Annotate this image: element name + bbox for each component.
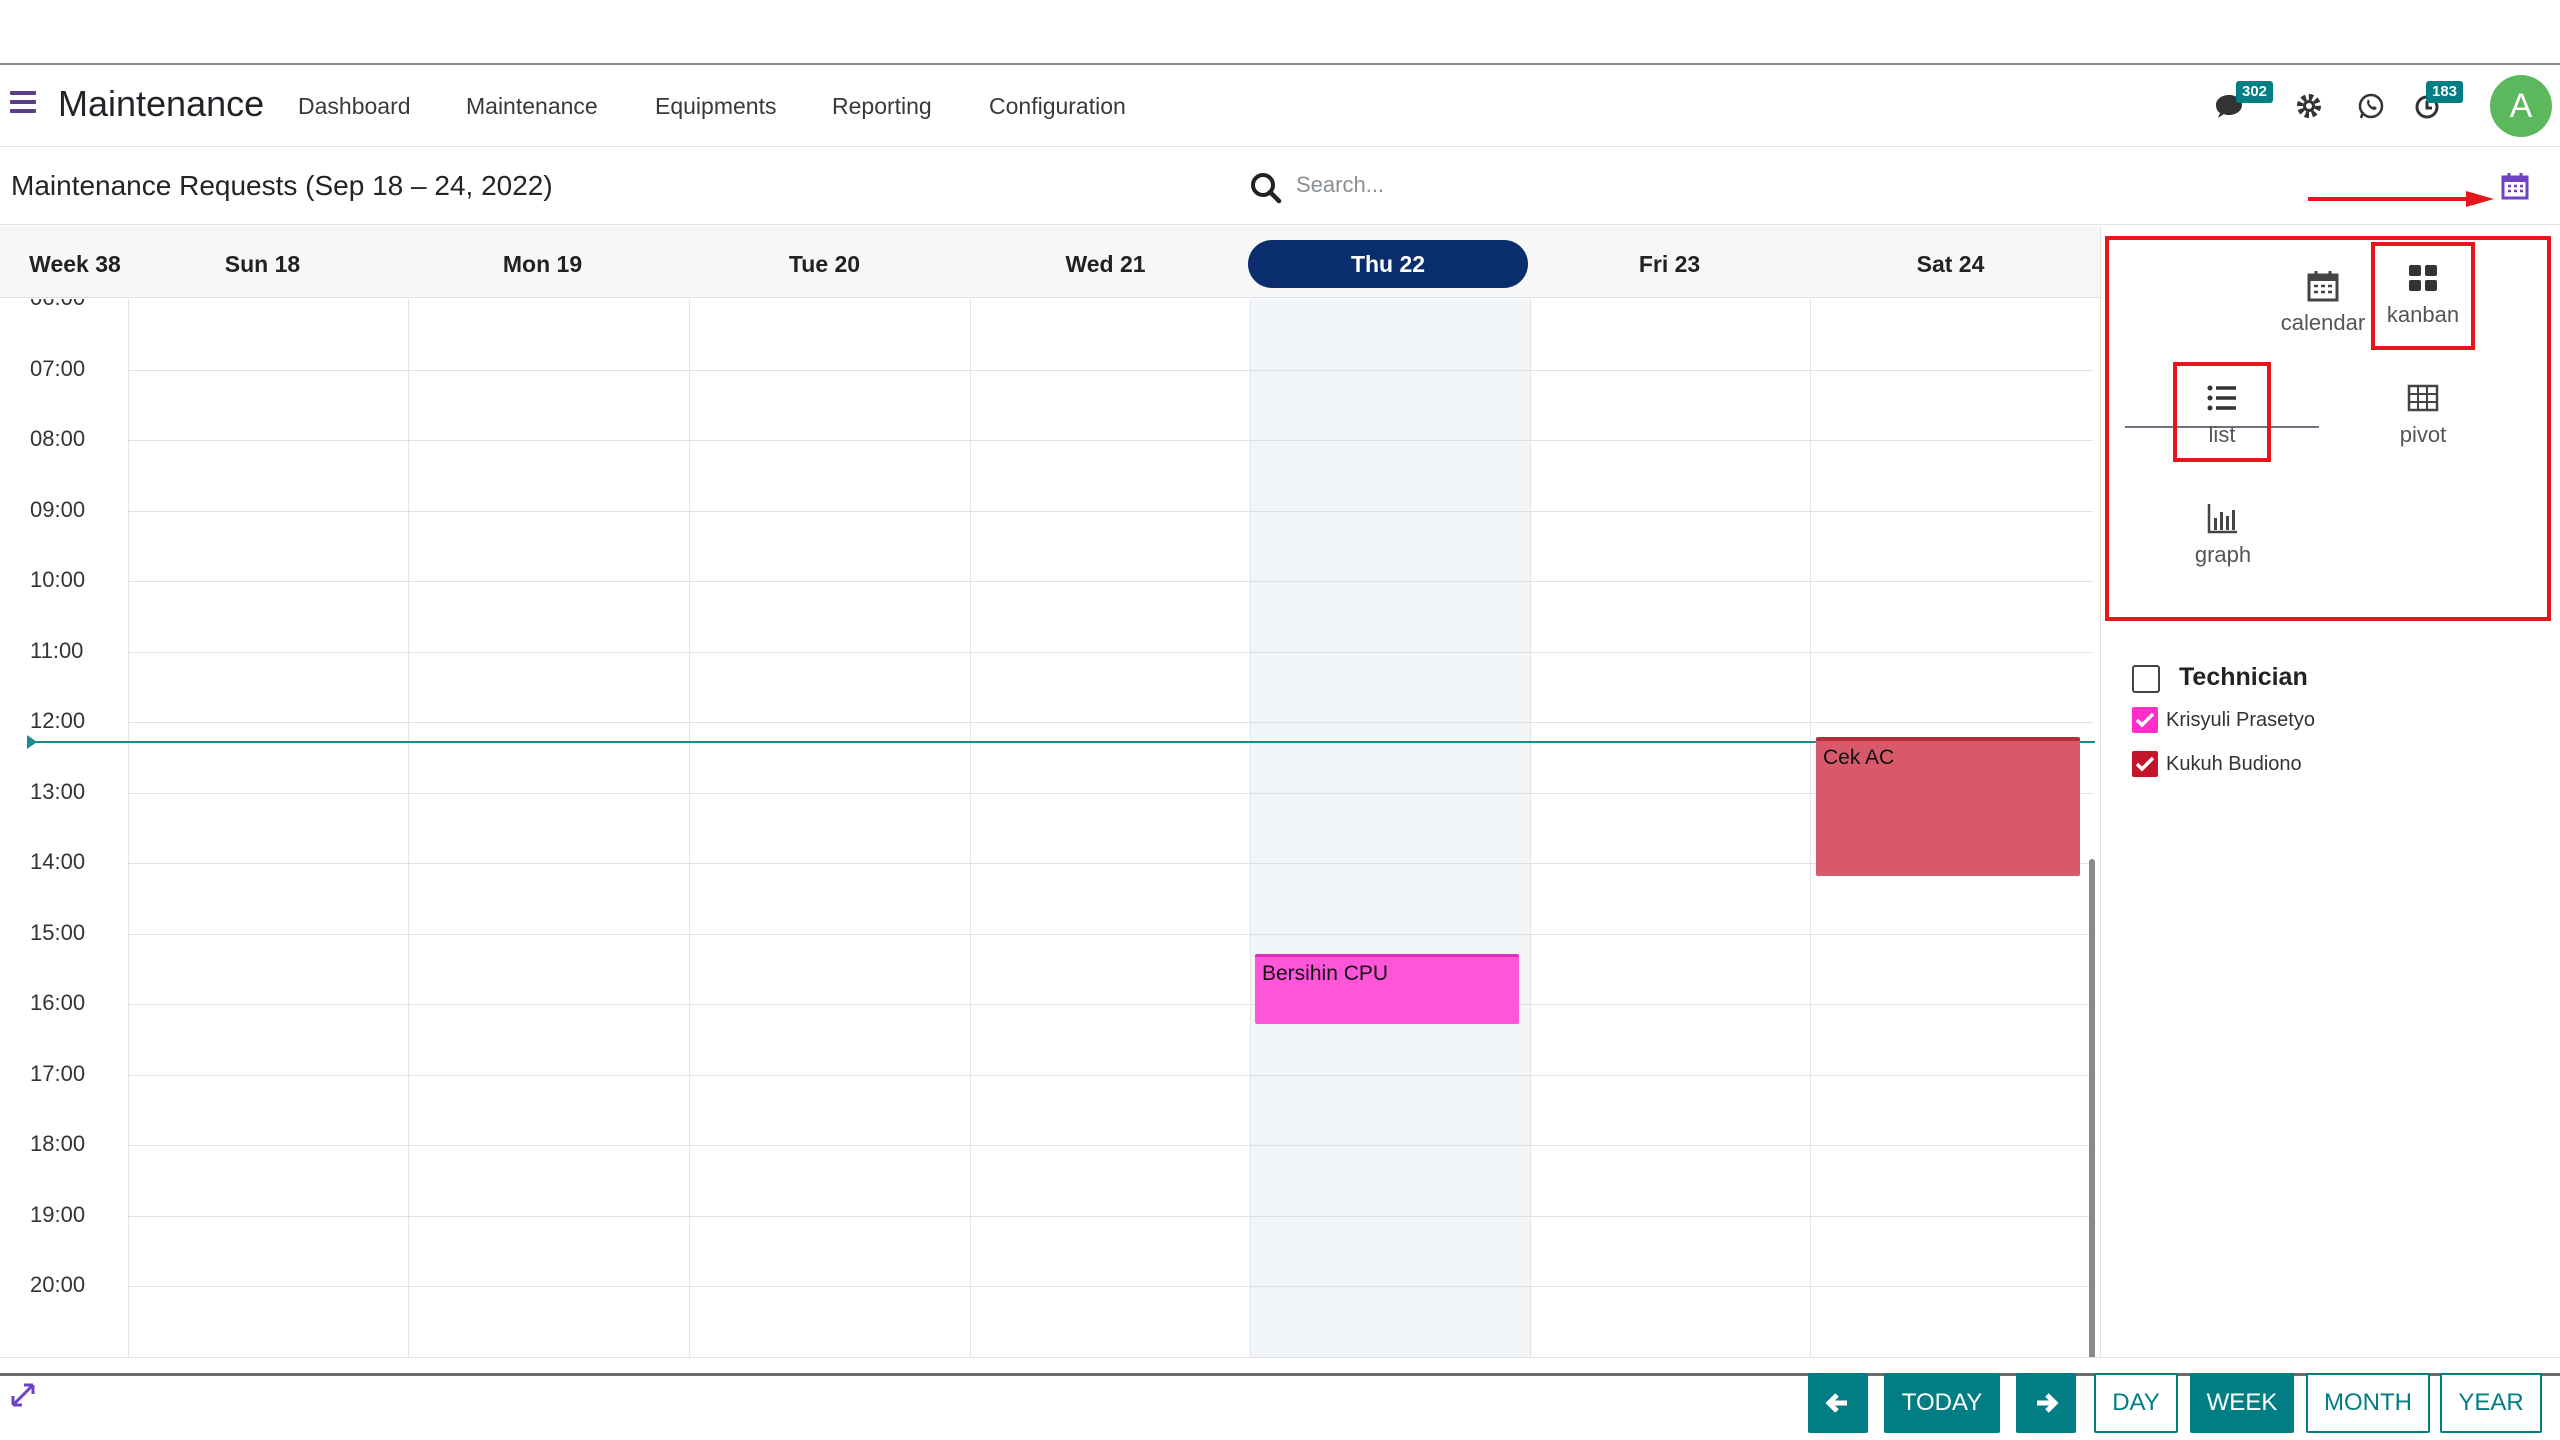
view-label: list: [2208, 422, 2236, 447]
time-label: 11:00: [30, 638, 84, 663]
week-number: Week 38: [29, 250, 121, 277]
maintenance-app: Maintenance Dashboard Maintenance Equipm…: [0, 63, 2560, 1433]
technician-checkbox-krisyuli[interactable]: [2131, 706, 2159, 734]
app-title[interactable]: Maintenance: [58, 83, 264, 125]
nav-reporting[interactable]: Reporting: [832, 93, 932, 120]
bar-chart-icon: [2207, 504, 2237, 534]
view-label: pivot: [2399, 422, 2447, 447]
clock-icon[interactable]: 183: [2412, 81, 2464, 123]
time-label: 14:00: [30, 849, 86, 874]
today-button[interactable]: TODAY: [1884, 1373, 2000, 1433]
menu-toggle-icon[interactable]: [10, 91, 36, 115]
technician-select-all-checkbox[interactable]: [2131, 664, 2161, 694]
view-label: kanban: [2386, 302, 2460, 327]
technician-name: Krisyuli Prasetyo: [2166, 709, 2315, 731]
today-column-highlight: [1250, 299, 1530, 1357]
scale-year-button[interactable]: YEAR: [2440, 1373, 2542, 1433]
view-graph-button[interactable]: graph: [2163, 486, 2283, 586]
pivot-table-icon: [2407, 384, 2439, 412]
time-label: 07:00: [30, 356, 86, 381]
current-time-marker-icon: [27, 735, 37, 749]
control-panel: Maintenance Requests (Sep 18 – 24, 2022): [0, 147, 2560, 225]
day-header-thu-today[interactable]: Thu 22: [1248, 240, 1528, 288]
search-icon[interactable]: [1250, 172, 1282, 204]
arrow-left-icon: [1825, 1393, 1847, 1413]
day-header-wed[interactable]: Wed 21: [1023, 240, 1188, 288]
time-label: 09:00: [30, 497, 86, 522]
calendar-sidebar-toggle-icon[interactable]: [2500, 171, 2530, 201]
messages-icon[interactable]: 302: [2212, 81, 2274, 123]
view-kanban-button[interactable]: kanban: [2371, 242, 2475, 350]
breadcrumb: Maintenance Requests (Sep 18 – 24, 2022): [11, 170, 553, 201]
time-label: 19:00: [30, 1202, 86, 1227]
time-label: 20:00: [30, 1272, 86, 1297]
view-label: calendar: [2280, 310, 2366, 335]
time-label: 15:00: [30, 920, 86, 945]
technician-checkbox-kukuh[interactable]: [2131, 750, 2159, 778]
view-calendar-button[interactable]: calendar: [2263, 254, 2383, 354]
whatsapp-icon[interactable]: [2354, 89, 2390, 123]
view-list-button[interactable]: list: [2173, 362, 2271, 462]
expand-icon[interactable]: [10, 1382, 36, 1408]
scale-day-button[interactable]: DAY: [2094, 1373, 2178, 1433]
time-label: 08:00: [30, 426, 86, 451]
red-arrow-annotation-icon: [2308, 191, 2494, 207]
gear-icon[interactable]: [2292, 89, 2328, 123]
calendar-time-grid[interactable]: 06:00 07:00 08:00 09:00 10:00 11:00 12:0…: [0, 299, 2100, 1357]
time-label: 10:00: [30, 567, 86, 592]
time-label: 17:00: [30, 1061, 86, 1086]
top-navbar: Maintenance Dashboard Maintenance Equipm…: [0, 65, 2560, 147]
calendar-icon: [2307, 271, 2339, 302]
day-header-fri[interactable]: Fri 23: [1587, 240, 1752, 288]
kanban-icon: [2409, 265, 2437, 291]
view-label: graph: [2194, 542, 2252, 567]
day-header-mon[interactable]: Mon 19: [460, 240, 625, 288]
previous-button[interactable]: [1808, 1373, 1868, 1433]
arrow-right-icon: [2037, 1393, 2059, 1413]
technician-name: Kukuh Budiono: [2166, 753, 2302, 775]
calendar-scrollbar[interactable]: [2089, 859, 2095, 1357]
day-header-tue[interactable]: Tue 20: [742, 240, 907, 288]
day-header-sat[interactable]: Sat 24: [1868, 240, 2033, 288]
messages-badge: 302: [2236, 81, 2274, 103]
time-label: 13:00: [30, 779, 86, 804]
day-header-sun[interactable]: Sun 18: [180, 240, 345, 288]
nav-equipments[interactable]: Equipments: [655, 93, 776, 120]
view-pivot-button[interactable]: pivot: [2363, 366, 2483, 466]
time-label-partial: 06:00: [30, 299, 110, 311]
filter-title: Technician: [2179, 663, 2308, 691]
search-input[interactable]: [1296, 165, 1996, 205]
list-icon: [2207, 385, 2236, 411]
scale-week-button[interactable]: WEEK: [2190, 1373, 2294, 1433]
time-label: 12:00: [30, 708, 86, 733]
nav-configuration[interactable]: Configuration: [989, 93, 1126, 120]
time-label: 18:00: [30, 1131, 86, 1156]
event-cek-ac[interactable]: Cek AC: [1816, 737, 2080, 876]
calendar-footer-toolbar: TODAY DAY WEEK MONTH YEAR: [0, 1357, 2560, 1437]
time-label: 16:00: [30, 990, 86, 1015]
event-bersihin-cpu[interactable]: Bersihin CPU: [1255, 954, 1519, 1024]
nav-dashboard[interactable]: Dashboard: [298, 93, 411, 120]
calendar-header: Week 38 Sun 18 Mon 19 Tue 20 Wed 21 Thu …: [0, 226, 2100, 298]
calendar-sidebar: calendar kanban list pivot graph Technic…: [2100, 226, 2560, 1357]
nav-maintenance[interactable]: Maintenance: [466, 93, 598, 120]
scale-month-button[interactable]: MONTH: [2306, 1373, 2430, 1433]
activity-badge: 183: [2426, 81, 2464, 103]
next-button[interactable]: [2016, 1373, 2076, 1433]
current-time-line: [30, 741, 2095, 743]
avatar[interactable]: A: [2490, 75, 2552, 137]
